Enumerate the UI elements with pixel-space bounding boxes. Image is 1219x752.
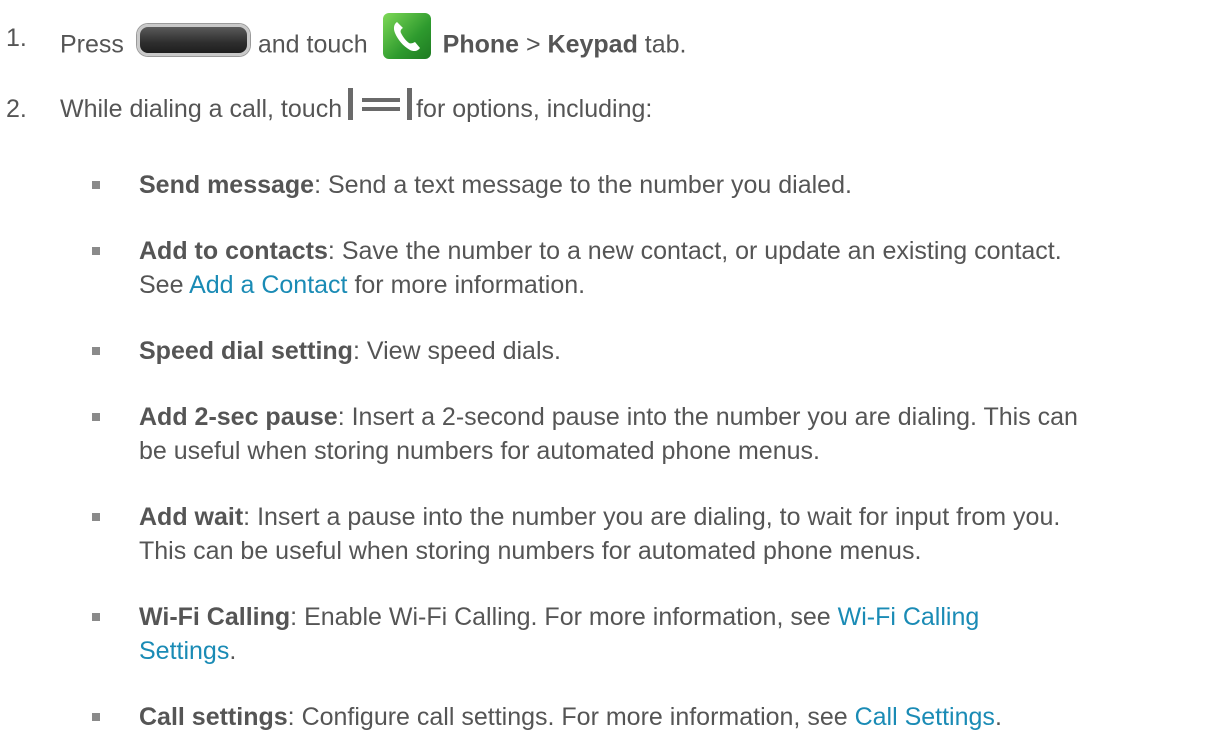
add-a-contact-link[interactable]: Add a Contact [189,271,347,299]
bullet-marker [92,181,100,189]
option-line: Wi-Fi Calling: Enable Wi-Fi Calling. For… [139,602,979,632]
option-separator: : [290,603,305,631]
option-description: for more information. [347,271,586,299]
option-speed-dial-setting: Speed dial setting: View speed dials. [139,336,561,366]
option-description: Insert a pause into the number you are d… [257,503,1061,531]
step-number: 1. [6,24,27,52]
bullet-marker [92,613,100,621]
step-text-part: While dialing a call, touch [60,95,343,123]
option-description: Save the number to a new contact, or upd… [341,237,1062,265]
option-term: Speed dial setting [139,337,353,365]
option-separator: : [352,337,367,365]
bullet-marker [92,413,100,421]
bullet-marker [92,713,100,721]
option-add-2-sec-pause: Add 2-sec pause: Insert a 2-second pause… [139,402,1078,466]
option-line: Settings. [139,636,979,666]
option-separator: : [243,503,258,531]
option-add-wait: Add wait: Insert a pause into the number… [139,502,1060,566]
phone-label: Phone [442,30,520,59]
option-separator: : [287,703,302,731]
option-line: This can be useful when storing numbers … [139,536,1060,566]
wifi-calling-settings-link[interactable]: Settings [139,637,229,665]
option-term: Add 2-sec pause [139,403,338,431]
option-call-settings: Call settings: Configure call settings. … [139,702,1002,732]
step-text: Press and touch Phone > Keypad tab. [60,13,687,69]
menu-key-icon [348,88,413,121]
option-description: . [229,637,237,665]
option-term: Wi-Fi Calling [139,603,291,631]
option-description: be useful when storing numbers for autom… [139,437,820,465]
bullet-marker [92,347,100,355]
option-description: See [139,271,190,299]
option-line: Add to contacts: Save the number to a ne… [139,236,1062,266]
step-number: 2. [6,95,27,123]
step-text: While dialing a call, touch for options,… [60,88,653,126]
phone-app-icon [382,13,431,59]
option-term: Add to contacts [139,237,328,265]
wifi-calling-settings-link[interactable]: Wi-Fi Calling [838,603,980,631]
option-description: Send a text message to the number you di… [328,171,852,199]
option-description: . [994,703,1002,731]
keypad-label: Keypad [547,30,638,59]
step-separator: > [519,30,548,59]
step-text-part: tab. [637,30,687,59]
option-wifi-calling: Wi-Fi Calling: Enable Wi-Fi Calling. For… [139,602,979,666]
option-line: Add 2-sec pause: Insert a 2-second pause… [139,402,1078,432]
option-description: Insert a 2-second pause into the number … [351,403,1078,431]
option-line: be useful when storing numbers for autom… [139,436,1078,466]
option-description: Enable Wi-Fi Calling. For more informati… [304,603,838,631]
bullet-marker [92,247,100,255]
option-separator: : [314,171,328,199]
option-separator: : [327,237,342,265]
option-line: See Add a Contact for more information. [139,270,1062,300]
option-term: Call settings [139,703,288,731]
call-settings-link[interactable]: Call Settings [855,703,995,731]
option-line: Add wait: Insert a pause into the number… [139,502,1060,532]
step-text-part: for options, including: [416,95,653,123]
option-description: This can be useful when storing numbers … [139,537,922,565]
option-send-message: Send message: Send a text message to the… [139,170,852,200]
option-term: Send message [139,171,315,199]
home-key-icon [136,24,250,56]
option-add-to-contacts: Add to contacts: Save the number to a ne… [139,236,1062,300]
bullet-marker [92,513,100,521]
option-description: Configure call settings. For more inform… [301,703,855,731]
option-term: Add wait [139,503,244,531]
step-text-part: Press [60,30,124,59]
option-description: View speed dials. [366,337,561,365]
option-separator: : [337,403,352,431]
step-text-part: and touch [257,30,368,59]
